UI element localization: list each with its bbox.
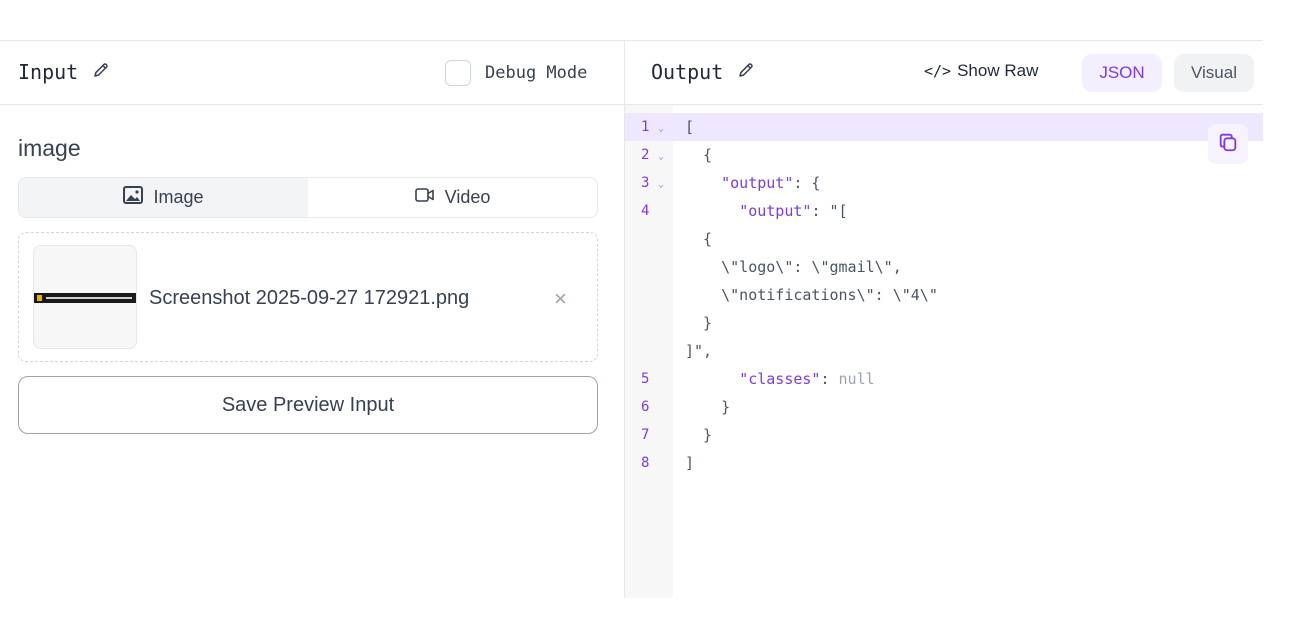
code-text: { <box>685 141 712 169</box>
code-icon: </> <box>924 62 952 80</box>
chevron-down-icon[interactable]: ⌄ <box>658 171 664 199</box>
line-number: 8 <box>641 455 650 471</box>
code-token: \"notifications\": \"4\" <box>685 286 938 304</box>
chevron-down-icon[interactable]: ⌄ <box>658 143 664 171</box>
media-type-tabs: Image Video <box>18 177 598 218</box>
code-token: } <box>685 398 731 416</box>
output-title-label: Output <box>651 60 724 84</box>
show-raw-label: Show Raw <box>957 61 1039 80</box>
code-token: ] <box>685 454 695 472</box>
visual-view-button[interactable]: Visual <box>1174 54 1254 92</box>
save-preview-input-button[interactable]: Save Preview Input <box>18 376 598 434</box>
pencil-icon[interactable] <box>737 60 755 84</box>
code-token: } <box>685 314 713 332</box>
image-icon <box>123 186 144 209</box>
thumbnail-preview <box>34 293 136 303</box>
active-line-highlight <box>625 113 1263 141</box>
code-text: "output": "[ <box>685 197 848 225</box>
code-token: [ <box>685 118 695 136</box>
json-key: "output" <box>721 174 794 192</box>
output-panel-title: Output <box>651 60 755 84</box>
code-token: } <box>685 426 713 444</box>
code-text: [ <box>685 113 694 141</box>
code-token: { <box>685 230 713 248</box>
code-text: "classes": null <box>685 365 875 393</box>
code-token: ]", <box>685 342 713 360</box>
file-name: Screenshot 2025-09-27 172921.png <box>149 287 470 309</box>
line-number: 7 <box>641 427 650 443</box>
tab-video-label: Video <box>444 187 491 207</box>
file-thumbnail <box>33 245 137 349</box>
code-text: ]", <box>685 337 712 365</box>
input-title-label: Input <box>18 60 79 84</box>
chevron-down-icon[interactable]: ⌄ <box>658 115 664 143</box>
show-raw-button[interactable]: </> Show Raw <box>924 61 1038 81</box>
tab-image-label: Image <box>153 187 204 207</box>
json-key: "output" <box>739 202 812 220</box>
code-text: } <box>685 309 712 337</box>
debug-mode-checkbox[interactable] <box>445 60 471 86</box>
debug-mode-toggle[interactable]: Debug Mode <box>445 60 587 86</box>
tab-image[interactable]: Image <box>19 178 308 217</box>
tab-video[interactable]: Video <box>308 178 597 217</box>
file-dropzone[interactable]: Screenshot 2025-09-27 172921.png × <box>18 232 598 362</box>
debug-mode-label: Debug Mode <box>485 63 588 83</box>
pencil-icon[interactable] <box>92 60 110 84</box>
close-icon[interactable]: × <box>554 286 567 312</box>
json-null: null <box>838 370 875 388</box>
input-panel-title: Input <box>18 60 110 84</box>
json-key: "classes" <box>739 370 821 388</box>
code-text: \"logo\": \"gmail\", <box>685 253 902 281</box>
copy-button[interactable] <box>1208 124 1248 164</box>
code-text: } <box>685 421 712 449</box>
code-token: { <box>685 146 713 164</box>
code-text: ] <box>685 449 694 477</box>
video-icon <box>414 186 435 209</box>
line-number: 4 <box>641 203 650 219</box>
code-token: : <box>820 370 839 388</box>
line-number: 6 <box>641 399 650 415</box>
json-view-button[interactable]: JSON <box>1082 54 1162 92</box>
line-number: 5 <box>641 371 650 387</box>
code-text: { <box>685 225 712 253</box>
code-text: } <box>685 393 730 421</box>
code-text: \"notifications\": \"4\" <box>685 281 938 309</box>
code-text: "output": { <box>685 169 820 197</box>
code-token: : { <box>793 174 821 192</box>
copy-icon <box>1217 131 1239 158</box>
image-field-label: image <box>18 135 81 161</box>
code-token: : "[ <box>811 202 848 220</box>
code-token: \"logo\": \"gmail\", <box>685 258 902 276</box>
